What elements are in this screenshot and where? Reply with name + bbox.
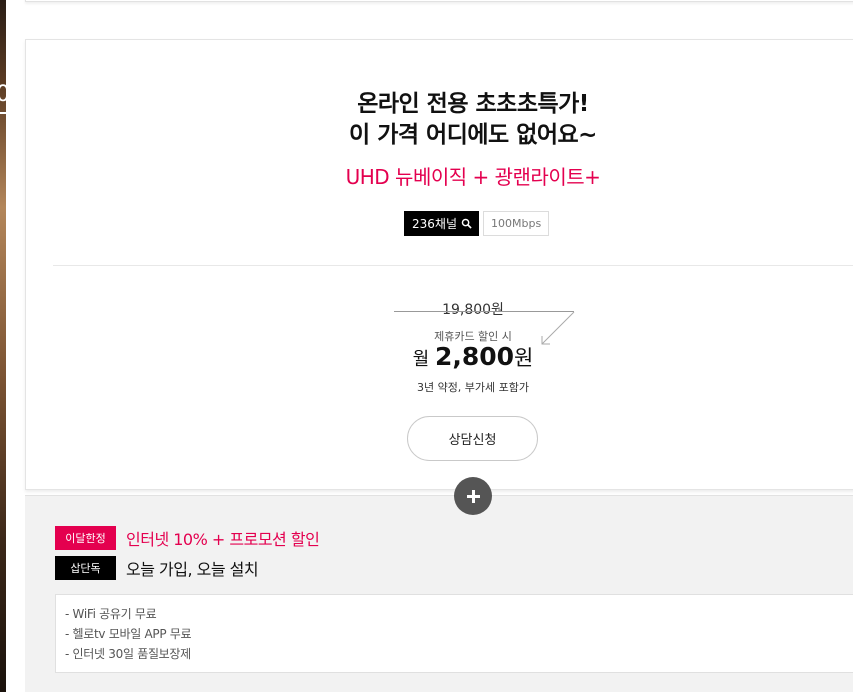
benefit-list: - WiFi 공유기 무료 - 헬로tv 모바일 APP 무료 - 인터넷 30… [55,594,853,673]
channel-count-tag[interactable]: 236채널 [404,211,479,236]
left-background-image: 0 [0,0,10,692]
promotion-badge-exclusive: 삽단독 [55,556,116,580]
product-card: 온라인 전용 초초초특가! 이 가격 어디에도 없어요~ UHD 뉴베이직 + … [25,39,853,490]
monthly-amount: 2,800 [434,342,515,371]
headline-line-2: 이 가격 어디에도 없어요~ [349,122,597,148]
monthly-unit: 원 [514,346,534,370]
promotion-text-discount: 인터넷 10% + 프로모션 할인 [126,530,320,549]
product-name: UHD 뉴베이직 + 광랜라이트+ [345,165,601,189]
benefit-item-wifi: - WiFi 공유기 무료 [65,607,157,621]
speed-tag: 100Mbps [483,211,550,236]
monthly-price: 월 2,800원 [26,342,853,372]
background-digit: 0 [0,82,10,107]
promotion-badge-limited: 이달한정 [55,526,116,550]
expand-button[interactable] [454,477,492,515]
promotion-text-install: 오늘 가입, 오늘 설치 [126,560,259,579]
previous-card-edge [25,0,853,2]
card-divider [53,265,853,266]
monthly-prefix: 월 [412,349,430,370]
contract-note: 3년 약정, 부가세 포함가 [416,381,530,394]
search-icon [461,218,472,229]
consult-button[interactable]: 상담신청 [407,416,538,461]
channel-count-label: 236채널 [412,217,457,231]
original-price: 19,800원 [442,302,504,318]
benefit-item-quality: - 인터넷 30일 품질보장제 [65,647,191,661]
background-underline [0,112,6,114]
promotion-row: 이달한정 인터넷 10% + 프로모션 할인 [55,526,320,550]
promotion-row: 삽단독 오늘 가입, 오늘 설치 [55,556,259,580]
benefit-item-mobile-app: - 헬로tv 모바일 APP 무료 [65,627,192,641]
headline-line-1: 온라인 전용 초초초특가! [357,91,589,117]
product-tags: 236채널 100Mbps [404,211,550,236]
page: 0 온라인 전용 초초초특가! 이 가격 어디에도 없어요~ UHD 뉴베이직 … [0,0,853,692]
plus-icon [466,489,480,503]
